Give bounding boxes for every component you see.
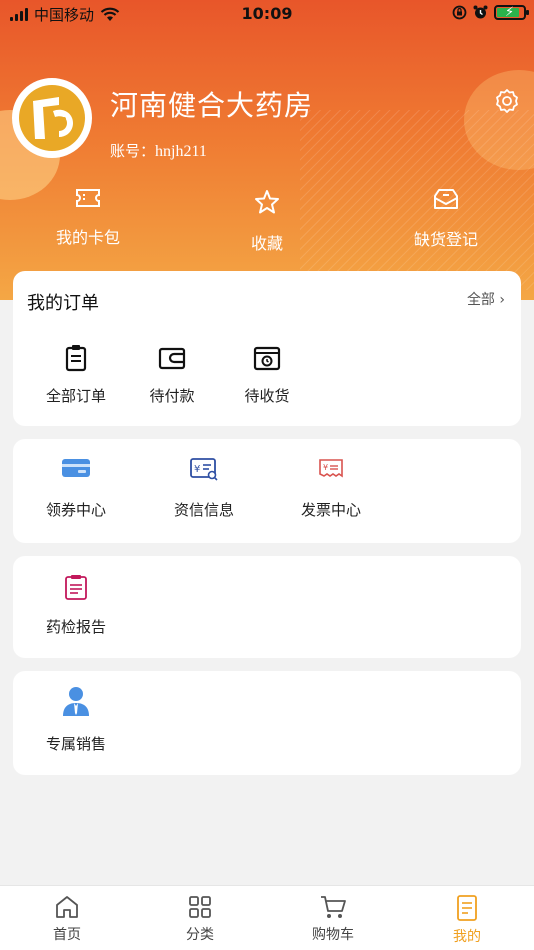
coupon-card-icon [62,459,90,477]
salesperson-icon [63,687,89,716]
chevron-right-icon: › [499,292,505,308]
quick-out-of-stock[interactable]: 缺货登记 [376,186,516,250]
tab-category[interactable]: 分类 [160,894,240,944]
status-bar: 中国移动 10:09 ⚡ [0,0,534,28]
service-credit-info[interactable]: ¥ 资信信息 [149,457,259,520]
quick-label: 收藏 [250,234,283,253]
store-name: 河南健合大药房 [110,89,314,122]
battery-icon: ⚡ [494,5,529,20]
cart-icon [321,896,346,918]
rotation-lock-icon [452,5,467,20]
order-all[interactable]: 全部订单 [21,343,131,406]
account-label: 账号： [110,142,156,160]
ticket-icon [76,189,100,207]
avatar[interactable] [12,78,92,158]
order-pending-payment-label: 待付款 [149,387,195,405]
service-label: 资信信息 [173,501,234,519]
credit-info-icon: ¥ [190,458,218,481]
tab-cart[interactable]: 购物车 [293,894,373,944]
report-icon [65,575,87,600]
orders-title: 我的订单 [27,293,99,314]
tab-label: 购物车 [312,927,354,943]
tab-label: 我的 [453,929,481,945]
clipboard-icon [65,345,87,372]
profile-header [0,0,534,300]
tab-bar: 首页 分类 购物车 我的 [0,885,534,950]
tab-label: 首页 [53,927,81,943]
quick-label: 缺货登记 [413,230,478,249]
delivery-box-icon [253,346,281,371]
services-card: 领券中心 ¥ 资信信息 ¥ 发票中心 [13,439,521,543]
order-pending-receipt[interactable]: 待收货 [212,343,322,406]
account-line: 账号：hnjh211 [110,140,207,161]
report-label: 药检报告 [45,618,106,636]
orders-all-label: 全部 [466,292,495,308]
quick-card-wallet[interactable]: 我的卡包 [18,186,158,248]
home-icon [56,896,78,918]
alarm-icon [473,5,488,19]
quick-favorites[interactable]: 收藏 [197,188,337,254]
tab-mine[interactable]: 我的 [427,894,507,946]
order-all-label: 全部订单 [45,387,106,405]
svg-text:¥: ¥ [323,463,328,472]
tab-label: 分类 [186,927,214,943]
order-pending-payment[interactable]: 待付款 [117,343,227,406]
orders-all-link[interactable]: 全部 › [467,289,505,309]
quick-label: 我的卡包 [55,228,120,247]
profile-doc-icon [457,895,477,921]
wallet-icon [158,347,186,370]
service-label: 领券中心 [45,501,106,519]
order-pending-receipt-label: 待收货 [244,387,290,405]
invoice-icon: ¥ [319,459,343,478]
drug-inspection-report[interactable]: 药检报告 [21,574,131,637]
service-label: 发票中心 [300,501,361,519]
inbox-icon [434,189,458,209]
tab-home[interactable]: 首页 [27,894,107,944]
service-invoice-center[interactable]: ¥ 发票中心 [276,457,386,520]
store-logo [19,85,85,151]
svg-text:¥: ¥ [194,464,200,475]
orders-card: 我的订单 全部 › 全部订单 待付款 待收货 [13,271,521,426]
service-coupon-center[interactable]: 领券中心 [21,457,131,520]
sales-card: 专属销售 [13,671,521,775]
exclusive-sales[interactable]: 专属销售 [21,685,131,754]
star-icon [255,190,279,214]
reports-card: 药检报告 [13,556,521,658]
account-value: hnjh211 [155,143,207,160]
category-grid-icon [189,896,211,918]
sales-label: 专属销售 [45,735,106,753]
gear-icon[interactable] [494,88,520,114]
